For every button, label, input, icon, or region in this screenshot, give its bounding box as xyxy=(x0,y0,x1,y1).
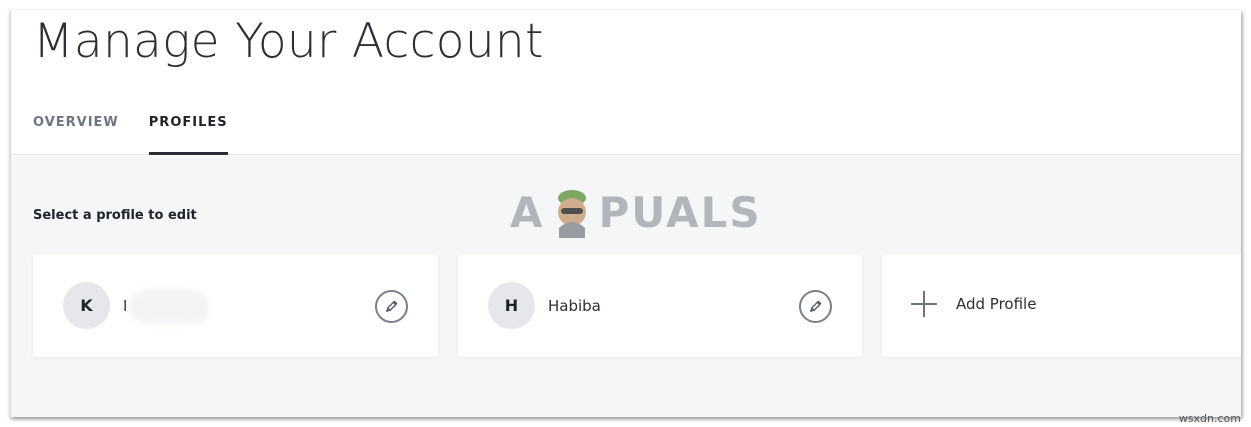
tab-bar: OVERVIEW PROFILES xyxy=(33,108,258,155)
edit-profile-button[interactable] xyxy=(375,290,408,323)
site-watermark: wsxdn.com xyxy=(1178,412,1241,425)
page-header: Manage Your Account OVERVIEW PROFILES xyxy=(11,10,1241,155)
pencil-icon xyxy=(386,300,398,312)
mascot-logo-icon xyxy=(557,190,586,238)
avatar: H xyxy=(488,282,535,329)
plus-icon xyxy=(910,290,938,318)
edit-profile-button[interactable] xyxy=(799,290,832,323)
add-profile-label: Add Profile xyxy=(956,295,1037,313)
tab-overview[interactable]: OVERVIEW xyxy=(33,108,119,155)
redaction-overlay xyxy=(129,290,209,324)
appuals-watermark: A PUALS xyxy=(510,186,762,238)
profile-name: I xyxy=(123,297,128,315)
profile-name: Habiba xyxy=(548,297,601,315)
tab-profiles[interactable]: PROFILES xyxy=(148,108,228,155)
profile-card[interactable]: K I xyxy=(33,254,438,357)
watermark-text-right: PUALS xyxy=(598,187,762,237)
page-title: Manage Your Account xyxy=(33,14,544,69)
watermark-text-left: A xyxy=(510,187,545,237)
pencil-icon xyxy=(810,300,822,312)
add-profile-button[interactable]: Add Profile xyxy=(910,290,1036,318)
avatar: K xyxy=(63,282,110,329)
add-profile-card[interactable]: Add Profile xyxy=(882,254,1241,357)
profile-card[interactable]: H Habiba xyxy=(458,254,862,357)
section-label: Select a profile to edit xyxy=(33,208,197,223)
